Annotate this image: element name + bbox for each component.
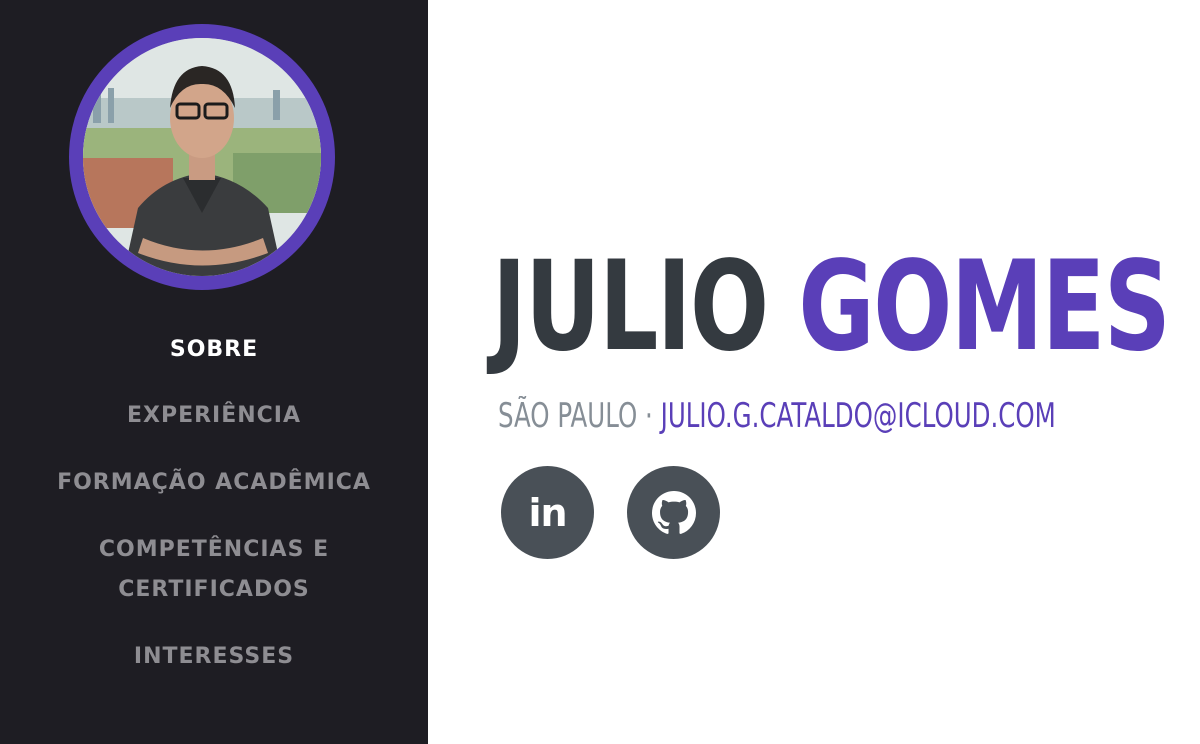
nav-item-competencias-certificados[interactable]: COMPETÊNCIAS E CERTIFICADOS (0, 530, 428, 610)
contact-line: SÃO PAULO · JULIO.G.CATALDO@ICLOUD.COM (498, 396, 1056, 436)
nav-item-formacao-academica[interactable]: FORMAÇÃO ACADÊMICA (0, 463, 428, 503)
last-name: GOMES (798, 235, 1170, 379)
linkedin-icon: in (528, 490, 567, 535)
profile-photo (83, 38, 321, 276)
nav-item-experiencia[interactable]: EXPERIÊNCIA (0, 396, 428, 436)
sidebar-nav: SOBRE EXPERIÊNCIA FORMAÇÃO ACADÊMICA COM… (0, 0, 428, 744)
location: SÃO PAULO (498, 396, 638, 436)
avatar[interactable] (69, 24, 335, 290)
page-title: JULIO GOMES (492, 232, 1171, 382)
about-section: JULIO GOMES SÃO PAULO · JULIO.G.CATALDO@… (428, 0, 1200, 744)
linkedin-button[interactable]: in (501, 466, 594, 559)
nav-item-label-line1: COMPETÊNCIAS E (98, 537, 330, 562)
email-link[interactable]: JULIO.G.CATALDO@ICLOUD.COM (661, 396, 1056, 436)
nav-item-label-line2: CERTIFICADOS (118, 577, 310, 602)
nav-item-sobre[interactable]: SOBRE (0, 330, 428, 370)
nav-item-interesses[interactable]: INTERESSES (0, 637, 428, 677)
github-icon (651, 490, 696, 534)
github-button[interactable] (627, 466, 720, 559)
first-name: JULIO (492, 235, 769, 379)
separator: · (637, 396, 661, 436)
